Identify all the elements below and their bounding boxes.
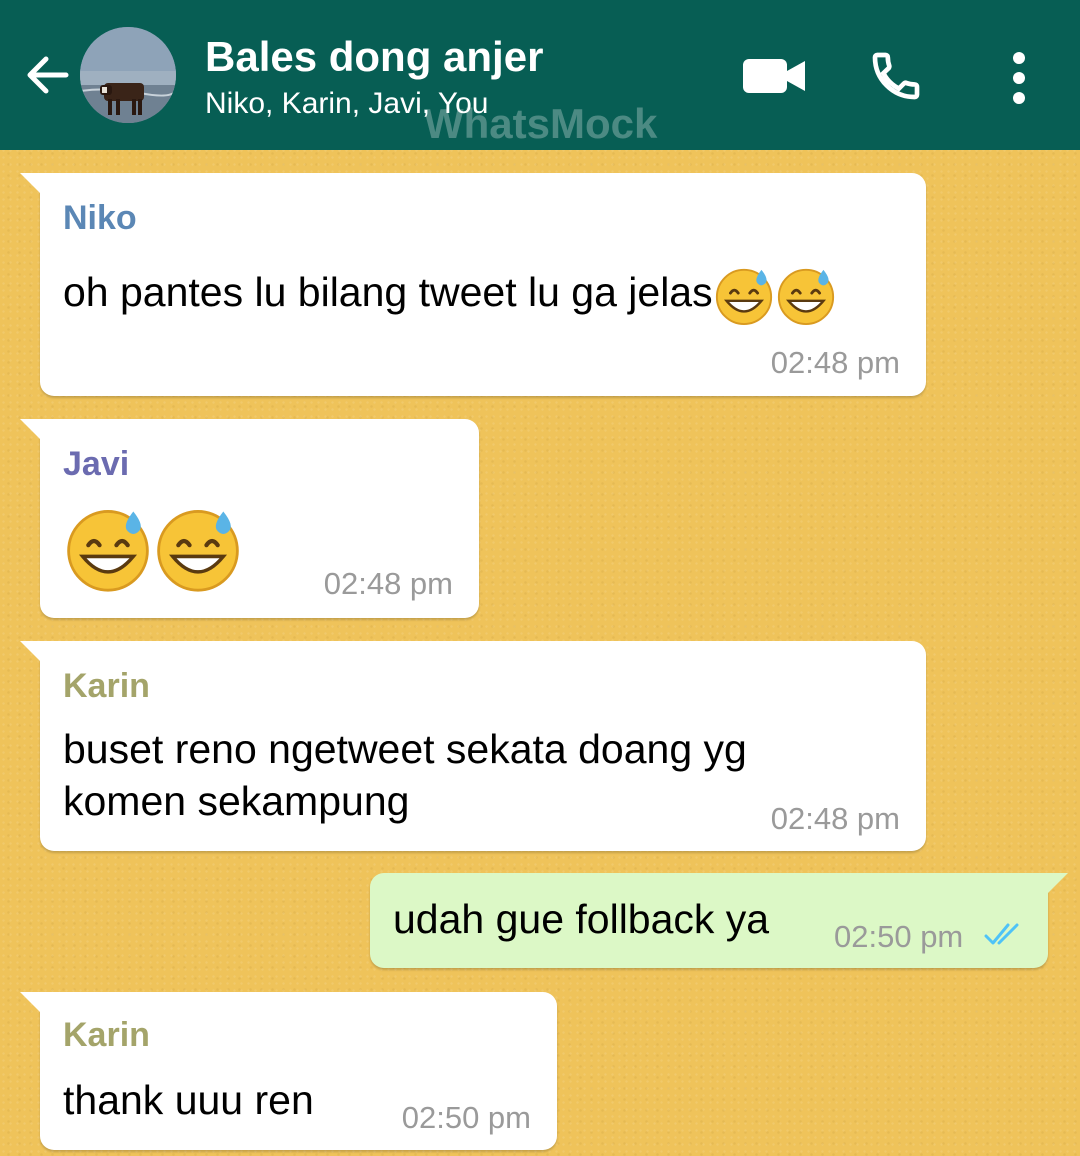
avatar-image [80,27,176,123]
phone-icon [872,52,920,100]
grinning-face-with-sweat-icon [715,268,772,326]
video-call-button[interactable] [738,40,810,112]
grinning-face-with-sweat-icon [157,510,239,592]
message-time: 02:50 pm [401,1100,531,1135]
voice-call-button[interactable] [860,40,932,112]
message-time: 02:48 pm [323,566,453,601]
back-button[interactable] [20,48,74,102]
chat-header: Bales dong anjer Niko, Karin, Javi, You … [0,0,1080,150]
message-text-line-2: komen sekampung [63,778,410,824]
message-bubble-outgoing[interactable]: udah gue follback ya 02:50 pm [370,873,1068,968]
sender-name: Karin [63,1016,150,1054]
sender-name: Niko [63,199,137,237]
sender-name: Javi [63,445,130,483]
read-receipt-icon [984,923,1019,945]
message-text-content: oh pantes lu bilang tweet lu ga jelas [63,268,713,315]
chat-participants: Niko, Karin, Javi, You [205,87,489,120]
message-bubble-javi[interactable]: Javi 02:48 pm [20,419,479,618]
more-vertical-icon [1013,52,1025,104]
message-time: 02:50 pm [834,919,964,954]
grinning-face-with-sweat-icon [777,268,834,326]
emoji-message [63,503,243,593]
arrow-left-icon [27,56,69,94]
group-avatar[interactable] [80,27,176,123]
message-time: 02:48 pm [770,801,900,836]
sender-name: Karin [63,667,150,705]
more-options-button[interactable] [983,40,1055,112]
message-text: udah gue follback ya [393,896,770,942]
message-text: thank uuu ren [63,1077,314,1123]
chat-title[interactable]: Bales dong anjer [205,33,543,81]
message-text: oh pantes lu bilang tweet lu ga jelas [63,264,837,326]
message-time: 02:48 pm [770,345,900,380]
message-bubble-niko[interactable]: Niko oh pantes lu bilang tweet lu ga jel… [20,173,926,396]
message-text-line-1: buset reno ngetweet sekata doang yg [63,726,747,772]
grinning-face-with-sweat-icon [67,510,149,592]
message-bubble-karin[interactable]: Karin buset reno ngetweet sekata doang y… [20,641,926,851]
message-bubble-karin[interactable]: Karin thank uuu ren 02:50 pm [20,992,557,1150]
video-camera-icon [743,59,805,93]
